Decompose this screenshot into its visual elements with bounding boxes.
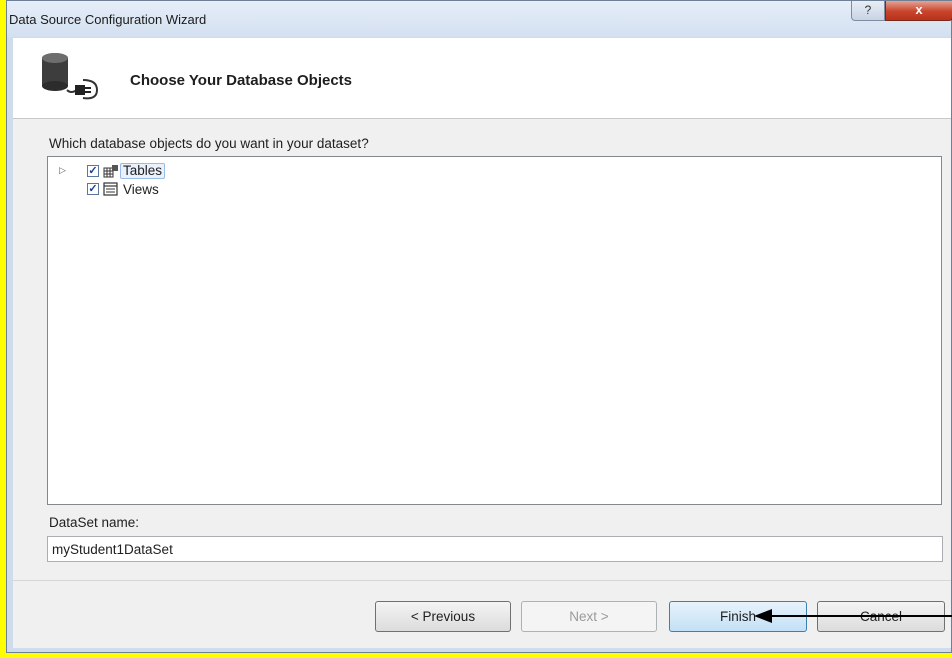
annotation-arrow-icon <box>754 609 952 623</box>
views-label[interactable]: Views <box>123 182 159 197</box>
tables-label[interactable]: Tables <box>120 163 166 179</box>
database-objects-tree[interactable]: ▷ ✓ Tables ✓ Views <box>47 156 942 505</box>
views-checkbox[interactable]: ✓ <box>87 183 99 195</box>
objects-prompt: Which database objects do you want in yo… <box>49 136 369 151</box>
tree-node-tables[interactable]: ▷ ✓ Tables <box>48 163 248 179</box>
dataset-name-input[interactable] <box>47 536 943 562</box>
view-icon <box>103 182 118 196</box>
footer-divider <box>13 580 951 581</box>
page-title: Choose Your Database Objects <box>130 72 353 89</box>
previous-button[interactable]: < Previous <box>375 601 511 632</box>
next-button[interactable]: Next > <box>521 601 657 632</box>
close-button[interactable]: x <box>885 1 952 21</box>
wizard-window: Data Source Configuration Wizard ? x Cho… <box>6 0 952 653</box>
wizard-client-area: Choose Your Database Objects Which datab… <box>13 38 951 648</box>
table-icon <box>103 165 118 178</box>
tree-node-views[interactable]: ✓ Views <box>48 181 248 197</box>
help-button[interactable]: ? <box>851 1 885 21</box>
wizard-header: Choose Your Database Objects <box>13 38 951 119</box>
database-connect-icon <box>42 53 99 100</box>
title-bar: Data Source Configuration Wizard ? x <box>7 1 952 37</box>
expand-arrow-icon[interactable]: ▷ <box>59 165 66 176</box>
tables-checkbox[interactable]: ✓ <box>87 165 99 177</box>
dataset-name-label: DataSet name: <box>49 515 140 530</box>
window-title: Data Source Configuration Wizard <box>9 12 207 27</box>
